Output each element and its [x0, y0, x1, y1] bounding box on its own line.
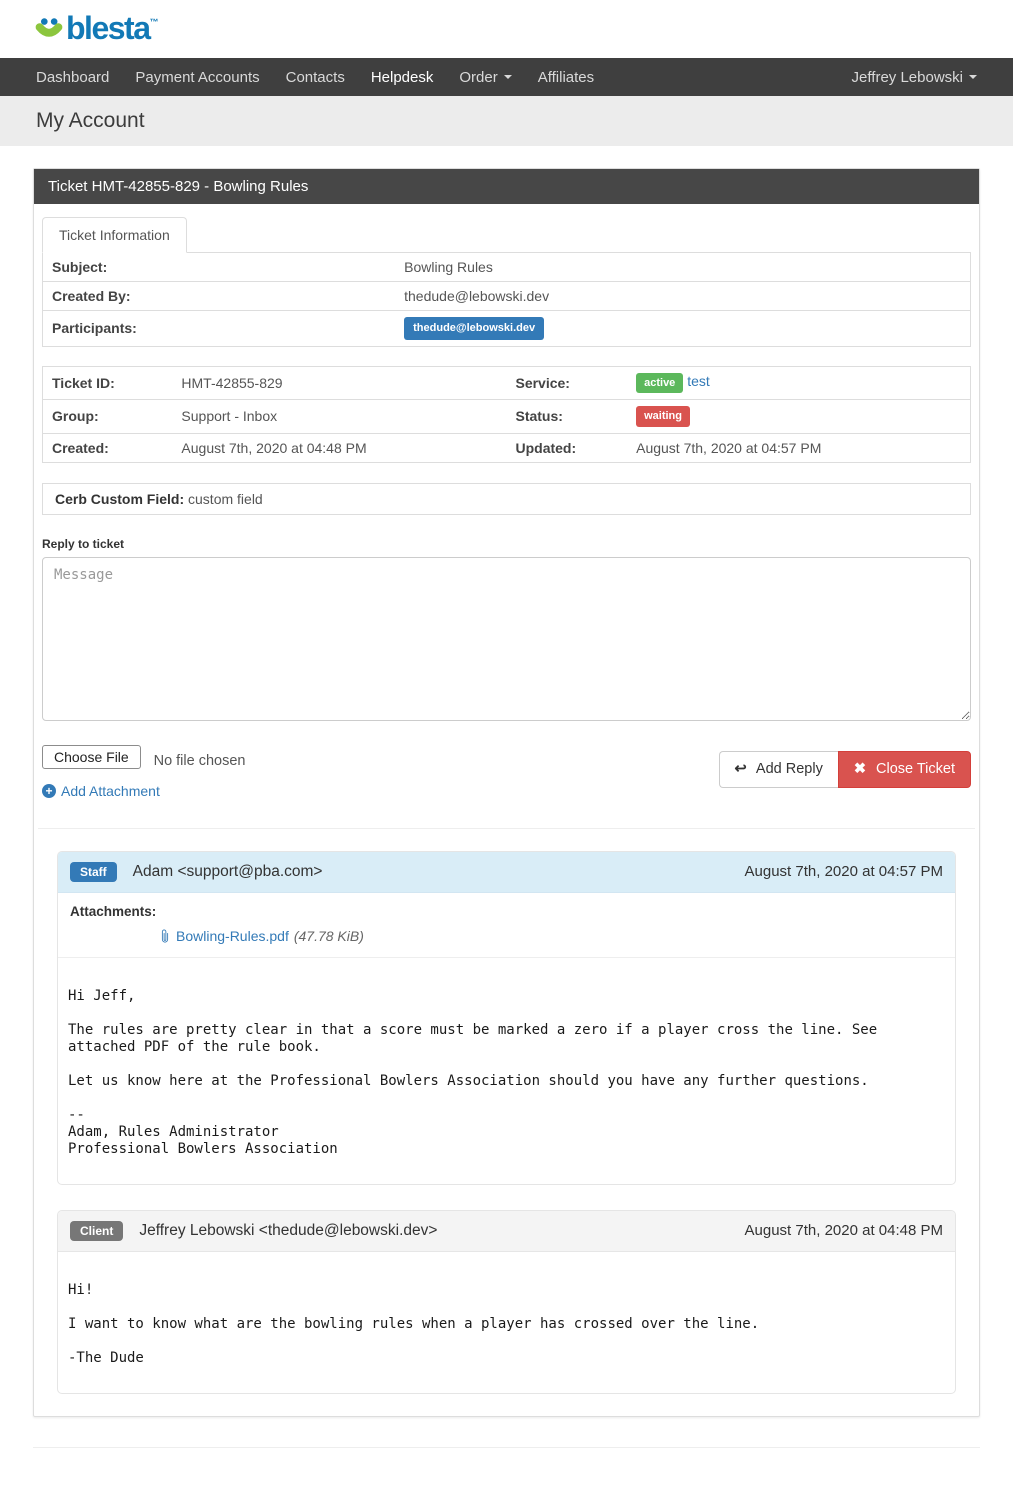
- status-badge: waiting: [636, 406, 690, 427]
- plus-circle-icon: +: [42, 784, 56, 798]
- message-date: August 7th, 2020 at 04:48 PM: [745, 1222, 943, 1239]
- table-row: Participants: thedude@lebowski.dev: [43, 311, 971, 347]
- add-attachment-label: Add Attachment: [61, 783, 160, 799]
- created-by-label: Created By:: [43, 282, 396, 311]
- message-client: Client Jeffrey Lebowski <thedude@lebowsk…: [57, 1210, 956, 1394]
- reply-actions-row: Choose File No file chosen + Add Attachm…: [42, 745, 971, 799]
- footer-divider: [33, 1447, 980, 1448]
- created-by-value: thedude@lebowski.dev: [395, 282, 970, 311]
- user-menu-label: Jeffrey Lebowski: [852, 69, 963, 86]
- message-body: Hi Jeff, The rules are pretty clear in t…: [58, 958, 955, 1184]
- ticket-id-value: HMT-42855-829: [172, 366, 506, 400]
- service-status-badge: active: [636, 373, 683, 394]
- tab-ticket-information[interactable]: Ticket Information: [42, 217, 187, 253]
- table-row: Subject: Bowling Rules: [43, 253, 971, 282]
- message-header: Staff Adam <support@pba.com> August 7th,…: [58, 852, 955, 893]
- attachments-label: Attachments:: [70, 904, 943, 919]
- add-attachment-link[interactable]: + Add Attachment: [42, 783, 160, 799]
- table-row: Created: August 7th, 2020 at 04:48 PM Up…: [43, 433, 971, 462]
- close-x-icon: ✖: [854, 761, 866, 777]
- updated-label: Updated:: [506, 433, 627, 462]
- nav-item-helpdesk[interactable]: Helpdesk: [358, 58, 447, 96]
- reply-section-label: Reply to ticket: [42, 537, 971, 551]
- client-badge: Client: [70, 1221, 123, 1241]
- nav-item-payment-accounts[interactable]: Payment Accounts: [122, 58, 272, 96]
- ticket-summary-table: Subject: Bowling Rules Created By: thedu…: [42, 252, 971, 347]
- file-upload-area: Choose File No file chosen + Add Attachm…: [42, 745, 245, 799]
- message-date: August 7th, 2020 at 04:57 PM: [745, 863, 943, 880]
- message-staff: Staff Adam <support@pba.com> August 7th,…: [57, 851, 956, 1185]
- brand-header: blesta ™: [0, 0, 1013, 58]
- attachment-item: Bowling-Rules.pdf (47.78 KiB): [70, 928, 943, 944]
- nav-item-order[interactable]: Order: [446, 58, 524, 96]
- service-link[interactable]: test: [687, 373, 710, 389]
- reply-button-group: ↩ Add Reply ✖ Close Ticket: [719, 751, 971, 788]
- staff-badge: Staff: [70, 862, 117, 882]
- service-label: Service:: [506, 366, 627, 400]
- add-reply-label: Add Reply: [756, 761, 823, 777]
- table-row: Created By: thedude@lebowski.dev: [43, 282, 971, 311]
- blesta-smiley-icon: [34, 15, 64, 48]
- page-title-band: My Account: [0, 96, 1013, 146]
- blesta-logo[interactable]: blesta ™: [34, 8, 158, 50]
- message-author: Jeffrey Lebowski <thedude@lebowski.dev>: [139, 1222, 437, 1240]
- ticket-panel-header: Ticket HMT-42855-829 - Bowling Rules: [34, 169, 979, 204]
- nav-item-affiliates[interactable]: Affiliates: [525, 58, 607, 96]
- nav-item-contacts[interactable]: Contacts: [273, 58, 358, 96]
- participants-label: Participants:: [43, 311, 396, 347]
- user-menu[interactable]: Jeffrey Lebowski: [839, 58, 990, 96]
- custom-field-value: custom field: [188, 491, 263, 507]
- updated-value: August 7th, 2020 at 04:57 PM: [627, 433, 970, 462]
- participant-badge: thedude@lebowski.dev: [404, 317, 544, 340]
- table-row: Ticket ID: HMT-42855-829 Service: active…: [43, 366, 971, 400]
- chevron-down-icon: [969, 75, 977, 79]
- subject-value: Bowling Rules: [395, 253, 970, 282]
- messages-divider: [38, 828, 975, 829]
- page-title: My Account: [36, 109, 1013, 133]
- message-body: Hi! I want to know what are the bowling …: [58, 1252, 955, 1393]
- trademark-symbol: ™: [149, 17, 158, 27]
- attachment-size: (47.78 KiB): [294, 928, 364, 944]
- no-file-chosen-text: No file chosen: [154, 753, 246, 769]
- chevron-down-icon: [504, 75, 512, 79]
- created-value: August 7th, 2020 at 04:48 PM: [172, 433, 506, 462]
- add-reply-button[interactable]: ↩ Add Reply: [719, 751, 838, 788]
- reply-arrow-icon: ↩: [735, 761, 747, 777]
- reply-message-input[interactable]: [42, 557, 971, 721]
- ticket-panel: Ticket HMT-42855-829 - Bowling Rules Tic…: [33, 168, 980, 1417]
- ticket-details-table: Ticket ID: HMT-42855-829 Service: active…: [42, 366, 971, 463]
- custom-field-box: Cerb Custom Field: custom field: [42, 483, 971, 515]
- ticket-id-label: Ticket ID:: [43, 366, 173, 400]
- logo-text: blesta: [66, 8, 149, 50]
- paperclip-icon: [158, 929, 172, 943]
- table-row: Group: Support - Inbox Status: waiting: [43, 400, 971, 434]
- close-ticket-label: Close Ticket: [876, 761, 955, 777]
- nav-item-dashboard[interactable]: Dashboard: [23, 58, 122, 96]
- ticket-panel-body: Ticket Information Subject: Bowling Rule…: [34, 204, 979, 1416]
- message-header: Client Jeffrey Lebowski <thedude@lebowsk…: [58, 1211, 955, 1252]
- choose-file-button[interactable]: Choose File: [42, 745, 141, 769]
- main-navbar: Dashboard Payment Accounts Contacts Help…: [0, 58, 1013, 96]
- group-value: Support - Inbox: [172, 400, 506, 434]
- created-label: Created:: [43, 433, 173, 462]
- message-author: Adam <support@pba.com>: [133, 863, 323, 881]
- close-ticket-button[interactable]: ✖ Close Ticket: [838, 751, 971, 788]
- attachment-link[interactable]: Bowling-Rules.pdf: [176, 928, 289, 944]
- status-label: Status:: [506, 400, 627, 434]
- group-label: Group:: [43, 400, 173, 434]
- subject-label: Subject:: [43, 253, 396, 282]
- custom-field-label: Cerb Custom Field:: [55, 491, 184, 507]
- attachments-section: Attachments: Bowling-Rules.pdf (47.78 Ki…: [58, 893, 955, 958]
- nav-item-order-label: Order: [459, 69, 497, 86]
